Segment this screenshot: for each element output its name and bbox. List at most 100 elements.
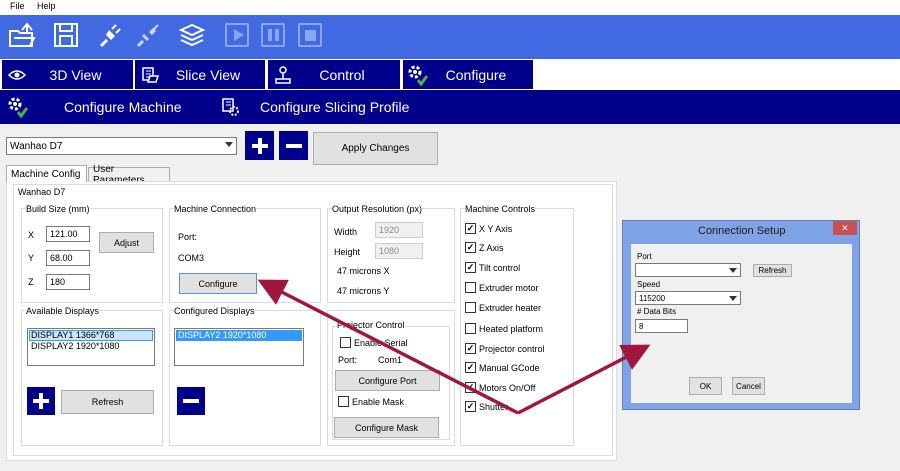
configure-port-button[interactable]: Configure Port (335, 370, 440, 391)
dialog-title-bar: Connection Setup ✕ (623, 221, 859, 241)
enable-serial-label: Enable Serial (354, 338, 408, 348)
connection-port-value: COM3 (178, 253, 205, 263)
slicing-profile-icon (218, 95, 242, 119)
microns-y-label: 47 microns Y (337, 286, 390, 296)
tab-3d-view[interactable]: 3D View (2, 60, 133, 89)
tab-configure-machine[interactable]: Configure Machine (6, 94, 196, 120)
minus-icon (183, 399, 199, 403)
tab-control[interactable]: Control (268, 60, 400, 89)
enable-mask-label: Enable Mask (352, 397, 405, 407)
remove-display-button[interactable] (177, 387, 205, 415)
x-label: X (28, 230, 35, 240)
add-machine-button[interactable] (245, 131, 274, 160)
connect-icon[interactable] (94, 19, 126, 51)
machine-select-value: Wanhao D7 (10, 140, 63, 152)
gears-check-icon (6, 95, 30, 119)
available-displays-list[interactable]: DISPLAY1 1366*768 DISPLAY2 1920*1080 (27, 328, 155, 366)
machine-control-label: Shutter (479, 402, 509, 412)
remove-machine-button[interactable] (279, 131, 308, 160)
plus-icon (251, 137, 268, 154)
configure-mask-button[interactable]: Configure Mask (334, 417, 439, 438)
add-display-button[interactable] (27, 387, 55, 415)
connection-setup-dialog: Connection Setup ✕ Port Refresh Speed 11… (622, 220, 860, 410)
machine-control-checkbox[interactable]: ✓ (465, 262, 476, 273)
available-displays-title: Available Displays (26, 306, 99, 316)
build-size-group (21, 208, 163, 303)
projector-control-title: Projector Control (337, 320, 405, 330)
machine-control-label: Heated platform (479, 324, 544, 334)
close-button[interactable]: ✕ (833, 221, 857, 235)
tab-slice-view[interactable]: Slice View (135, 60, 265, 89)
machine-control-label: Extruder motor (479, 283, 539, 293)
chevron-down-icon (225, 142, 233, 147)
build-x-input[interactable]: 121.00 (46, 226, 90, 242)
dialog-data-bits-label: # Data Bits (637, 307, 677, 316)
configured-displays-list[interactable]: DISPLAY2 1920*1080 (174, 328, 304, 366)
machine-control-checkbox[interactable]: ✓ (465, 401, 476, 412)
menu-file[interactable]: File (10, 1, 25, 11)
dialog-refresh-button[interactable]: Refresh (753, 264, 792, 277)
enable-serial-checkbox[interactable] (340, 337, 351, 348)
stop-icon[interactable] (294, 19, 326, 51)
resolution-width-input[interactable]: 1920 (375, 222, 423, 238)
plus-icon (33, 393, 49, 409)
tab-configure[interactable]: Configure (403, 60, 533, 89)
build-y-input[interactable]: 68.00 (46, 250, 90, 266)
output-resolution-title: Output Resolution (px) (332, 204, 423, 214)
projector-port-label: Port: (338, 355, 358, 365)
minus-icon (285, 143, 302, 148)
menu-help[interactable]: Help (37, 1, 56, 11)
tab-user-parameters[interactable]: User Parameters (88, 164, 170, 186)
configured-display-1: DISPLAY2 1920*1080 (178, 330, 267, 340)
dialog-speed-label: Speed (637, 280, 661, 289)
machine-control-checkbox[interactable]: ✓ (465, 242, 476, 253)
tab-configure-label: Configure (445, 66, 507, 83)
available-display-2[interactable]: DISPLAY2 1920*1080 (31, 341, 119, 351)
dialog-ok-button[interactable]: OK (689, 377, 722, 395)
machine-control-checkbox[interactable]: ✓ (465, 223, 476, 234)
configure-connection-button[interactable]: Configure (179, 273, 257, 294)
dialog-data-bits-input[interactable]: 8 (635, 319, 688, 333)
machine-control-checkbox[interactable] (465, 323, 476, 334)
dialog-body: Port Refresh Speed 115200 # Data Bits 8 … (631, 244, 852, 403)
tab-machine-config[interactable]: Machine Config (6, 165, 87, 182)
save-icon[interactable] (50, 19, 82, 51)
dialog-cancel-button[interactable]: Cancel (732, 377, 765, 395)
machine-control-checkbox[interactable]: ✓ (465, 343, 476, 354)
dialog-port-select[interactable] (635, 263, 741, 277)
machine-control-checkbox[interactable]: ✓ (465, 382, 476, 393)
pause-icon[interactable] (257, 19, 289, 51)
tab-configure-slicing-profile-label: Configure Slicing Profile (260, 99, 410, 115)
machine-control-checkbox[interactable] (465, 302, 476, 313)
tab-3d-view-label: 3D View (49, 66, 102, 83)
available-display-1: DISPLAY1 1366*768 (31, 330, 115, 340)
refresh-displays-button[interactable]: Refresh (61, 390, 154, 414)
tab-control-label: Control (319, 66, 365, 83)
connection-port-label: Port: (178, 232, 198, 242)
tab-configure-slicing-profile[interactable]: Configure Slicing Profile (218, 94, 418, 120)
menu-bar: File Help (0, 0, 900, 15)
adjust-button[interactable]: Adjust (99, 232, 154, 253)
machine-select[interactable]: Wanhao D7 (6, 137, 237, 155)
apply-changes-button[interactable]: Apply Changes (313, 132, 438, 165)
slice-icon[interactable] (176, 19, 208, 51)
tab-slice-view-label: Slice View (175, 66, 241, 83)
height-label: Height (334, 247, 361, 257)
gears-icon (407, 64, 429, 86)
resolution-height-input[interactable]: 1080 (375, 243, 423, 259)
eye-icon (6, 64, 28, 86)
chevron-down-icon (729, 268, 737, 273)
disconnect-icon[interactable] (132, 19, 164, 51)
configure-sub-bar: Configure Machine Configure Slicing Prof… (0, 90, 900, 124)
dialog-speed-select[interactable]: 115200 (635, 291, 741, 305)
machine-control-label: X Y Axis (479, 224, 513, 234)
build-z-input[interactable]: 180 (46, 274, 90, 290)
enable-mask-checkbox[interactable] (338, 396, 349, 407)
play-icon[interactable] (221, 19, 253, 51)
machine-connection-title: Machine Connection (174, 204, 257, 214)
machine-name: Wanhao D7 (18, 187, 66, 197)
open-folder-icon[interactable] (6, 19, 38, 51)
z-label: Z (28, 277, 34, 287)
machine-control-checkbox[interactable] (465, 282, 476, 293)
machine-control-checkbox[interactable]: ✓ (465, 362, 476, 373)
